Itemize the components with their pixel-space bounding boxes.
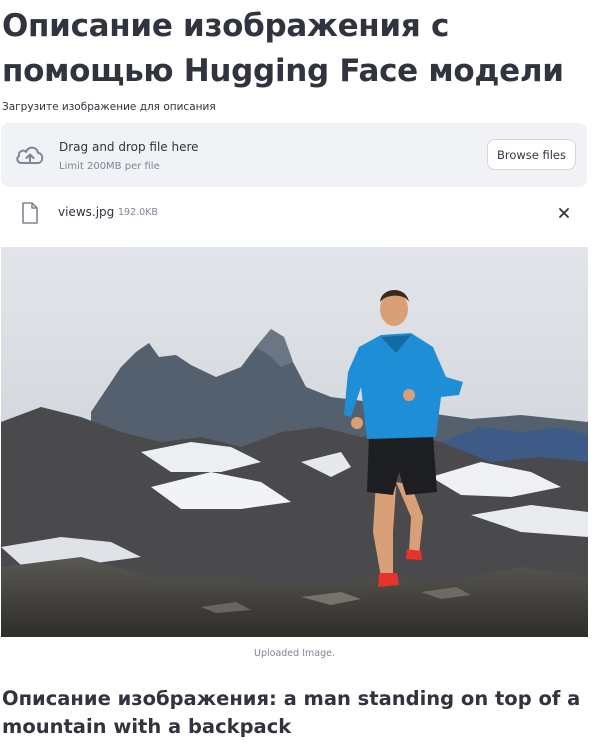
cloud-upload-icon <box>16 146 44 164</box>
page-title: Описание изображения с помощью Hugging F… <box>2 8 564 89</box>
dropzone-instructions: Drag and drop file here <box>59 140 199 154</box>
uploader-label: Загрузите изображение для описания <box>2 101 216 113</box>
file-dropzone[interactable]: Drag and drop file here Limit 200MB per … <box>1 123 587 187</box>
file-size: 192.0KB <box>118 207 158 218</box>
browse-files-button[interactable]: Browse files <box>487 139 576 170</box>
close-icon[interactable] <box>556 205 572 221</box>
dropzone-limit: Limit 200MB per file <box>59 161 160 172</box>
file-name: views.jpg <box>58 205 115 219</box>
description-result: Описание изображения: a man standing on … <box>2 687 581 738</box>
uploaded-image <box>1 247 588 637</box>
image-caption: Uploaded Image. <box>254 648 335 659</box>
uploaded-file-row: views.jpg 192.0KB <box>0 196 590 232</box>
file-icon <box>22 202 38 224</box>
